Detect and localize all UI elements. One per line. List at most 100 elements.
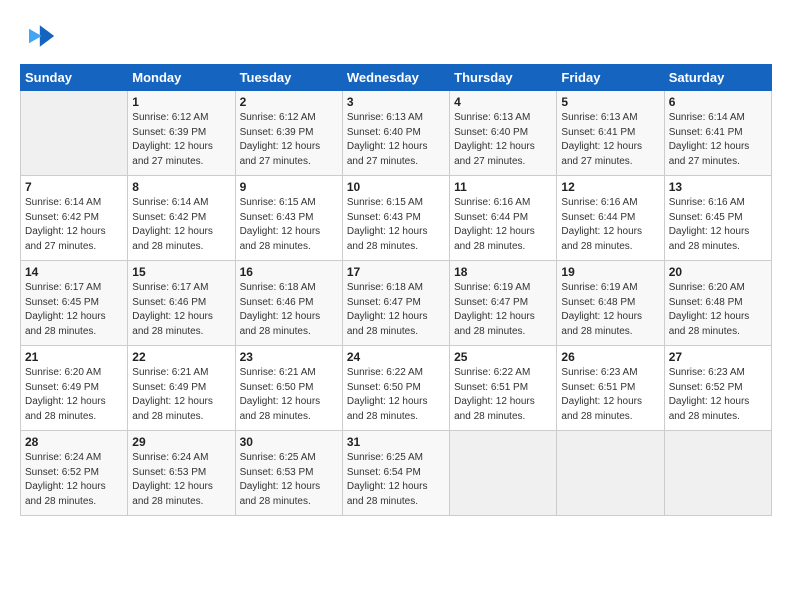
calendar-table: SundayMondayTuesdayWednesdayThursdayFrid… <box>20 64 772 516</box>
day-detail: Sunrise: 6:23 AM Sunset: 6:52 PM Dayligh… <box>669 366 767 424</box>
day-of-week-header: Tuesday <box>235 65 342 91</box>
day-detail: Sunrise: 6:12 AM Sunset: 6:39 PM Dayligh… <box>132 111 230 169</box>
day-of-week-header: Friday <box>557 65 664 91</box>
day-number: 2 <box>240 95 338 109</box>
day-number: 3 <box>347 95 445 109</box>
logo <box>20 18 60 54</box>
day-number: 23 <box>240 350 338 364</box>
day-number: 1 <box>132 95 230 109</box>
calendar-cell: 16Sunrise: 6:18 AM Sunset: 6:46 PM Dayli… <box>235 261 342 346</box>
day-of-week-header: Wednesday <box>342 65 449 91</box>
calendar-week-row: 28Sunrise: 6:24 AM Sunset: 6:52 PM Dayli… <box>21 431 772 516</box>
calendar-cell: 18 Sunrise: 6:19 AM Sunset: 6:47 PM Dayli… <box>450 261 557 346</box>
calendar-cell: 30 Sunrise: 6:25 AM Sunset: 6:53 PM Dayli… <box>235 431 342 516</box>
header <box>20 18 772 54</box>
calendar-cell: 8 Sunrise: 6:14 AM Sunset: 6:42 PM Daylig… <box>128 176 235 261</box>
day-detail: Sunrise: 6:17 AM Sunset: 6:46 PM Dayligh… <box>132 281 230 339</box>
day-detail: Sunrise: 6:19 AM Sunset: 6:47 PM Dayligh… <box>454 281 552 339</box>
day-detail: Sunrise: 6:22 AM Sunset: 6:51 PM Dayligh… <box>454 366 552 424</box>
calendar-cell: 1 Sunrise: 6:12 AM Sunset: 6:39 PM Daylig… <box>128 91 235 176</box>
day-number: 11 <box>454 180 552 194</box>
day-number: 18 <box>454 265 552 279</box>
day-number: 19 <box>561 265 659 279</box>
calendar-cell: 10 Sunrise: 6:15 AM Sunset: 6:43 PM Dayli… <box>342 176 449 261</box>
calendar-cell <box>450 431 557 516</box>
day-number: 15 <box>132 265 230 279</box>
calendar-cell <box>21 91 128 176</box>
day-detail: Sunrise: 6:14 AM Sunset: 6:42 PM Dayligh… <box>25 196 123 254</box>
calendar-cell: 20Sunrise: 6:20 AM Sunset: 6:48 PM Dayli… <box>664 261 771 346</box>
day-detail: Sunrise: 6:16 AM Sunset: 6:44 PM Dayligh… <box>454 196 552 254</box>
day-detail: Sunrise: 6:16 AM Sunset: 6:44 PM Dayligh… <box>561 196 659 254</box>
calendar-cell: 14 Sunrise: 6:17 AM Sunset: 6:45 PM Dayli… <box>21 261 128 346</box>
calendar-cell: 2 Sunrise: 6:12 AM Sunset: 6:39 PM Daylig… <box>235 91 342 176</box>
calendar-cell: 11 Sunrise: 6:16 AM Sunset: 6:44 PM Dayli… <box>450 176 557 261</box>
day-detail: Sunrise: 6:13 AM Sunset: 6:41 PM Dayligh… <box>561 111 659 169</box>
logo-icon <box>20 18 56 54</box>
calendar-header-row: SundayMondayTuesdayWednesdayThursdayFrid… <box>21 65 772 91</box>
day-detail: Sunrise: 6:17 AM Sunset: 6:45 PM Dayligh… <box>25 281 123 339</box>
day-of-week-header: Thursday <box>450 65 557 91</box>
day-number: 14 <box>25 265 123 279</box>
calendar-cell: 12Sunrise: 6:16 AM Sunset: 6:44 PM Dayli… <box>557 176 664 261</box>
calendar-cell: 7 Sunrise: 6:14 AM Sunset: 6:42 PM Daylig… <box>21 176 128 261</box>
day-number: 17 <box>347 265 445 279</box>
day-number: 10 <box>347 180 445 194</box>
calendar-cell <box>557 431 664 516</box>
calendar-cell: 19 Sunrise: 6:19 AM Sunset: 6:48 PM Dayli… <box>557 261 664 346</box>
calendar-week-row: 14 Sunrise: 6:17 AM Sunset: 6:45 PM Dayli… <box>21 261 772 346</box>
calendar-cell: 29Sunrise: 6:24 AM Sunset: 6:53 PM Dayli… <box>128 431 235 516</box>
day-of-week-header: Sunday <box>21 65 128 91</box>
day-number: 4 <box>454 95 552 109</box>
day-number: 20 <box>669 265 767 279</box>
day-detail: Sunrise: 6:22 AM Sunset: 6:50 PM Dayligh… <box>347 366 445 424</box>
calendar-cell: 5 Sunrise: 6:13 AM Sunset: 6:41 PM Daylig… <box>557 91 664 176</box>
day-number: 6 <box>669 95 767 109</box>
day-number: 30 <box>240 435 338 449</box>
day-number: 13 <box>669 180 767 194</box>
day-detail: Sunrise: 6:13 AM Sunset: 6:40 PM Dayligh… <box>454 111 552 169</box>
day-number: 5 <box>561 95 659 109</box>
day-detail: Sunrise: 6:19 AM Sunset: 6:48 PM Dayligh… <box>561 281 659 339</box>
day-detail: Sunrise: 6:16 AM Sunset: 6:45 PM Dayligh… <box>669 196 767 254</box>
day-number: 27 <box>669 350 767 364</box>
calendar-cell: 4 Sunrise: 6:13 AM Sunset: 6:40 PM Daylig… <box>450 91 557 176</box>
day-detail: Sunrise: 6:24 AM Sunset: 6:52 PM Dayligh… <box>25 451 123 509</box>
day-detail: Sunrise: 6:21 AM Sunset: 6:50 PM Dayligh… <box>240 366 338 424</box>
calendar-cell: 22 Sunrise: 6:21 AM Sunset: 6:49 PM Dayli… <box>128 346 235 431</box>
day-number: 8 <box>132 180 230 194</box>
day-detail: Sunrise: 6:25 AM Sunset: 6:54 PM Dayligh… <box>347 451 445 509</box>
calendar-cell: 6 Sunrise: 6:14 AM Sunset: 6:41 PM Daylig… <box>664 91 771 176</box>
calendar-cell <box>664 431 771 516</box>
day-number: 7 <box>25 180 123 194</box>
day-of-week-header: Saturday <box>664 65 771 91</box>
day-detail: Sunrise: 6:15 AM Sunset: 6:43 PM Dayligh… <box>240 196 338 254</box>
calendar-week-row: 21 Sunrise: 6:20 AM Sunset: 6:49 PM Dayli… <box>21 346 772 431</box>
calendar-cell: 25 Sunrise: 6:22 AM Sunset: 6:51 PM Dayli… <box>450 346 557 431</box>
calendar-cell: 13 Sunrise: 6:16 AM Sunset: 6:45 PM Dayli… <box>664 176 771 261</box>
day-detail: Sunrise: 6:15 AM Sunset: 6:43 PM Dayligh… <box>347 196 445 254</box>
calendar-cell: 15 Sunrise: 6:17 AM Sunset: 6:46 PM Dayli… <box>128 261 235 346</box>
day-detail: Sunrise: 6:14 AM Sunset: 6:41 PM Dayligh… <box>669 111 767 169</box>
day-detail: Sunrise: 6:20 AM Sunset: 6:49 PM Dayligh… <box>25 366 123 424</box>
day-number: 22 <box>132 350 230 364</box>
day-number: 24 <box>347 350 445 364</box>
day-number: 26 <box>561 350 659 364</box>
day-number: 21 <box>25 350 123 364</box>
calendar-cell: 26Sunrise: 6:23 AM Sunset: 6:51 PM Dayli… <box>557 346 664 431</box>
calendar-cell: 17Sunrise: 6:18 AM Sunset: 6:47 PM Dayli… <box>342 261 449 346</box>
day-detail: Sunrise: 6:12 AM Sunset: 6:39 PM Dayligh… <box>240 111 338 169</box>
day-detail: Sunrise: 6:14 AM Sunset: 6:42 PM Dayligh… <box>132 196 230 254</box>
calendar-cell: 21 Sunrise: 6:20 AM Sunset: 6:49 PM Dayli… <box>21 346 128 431</box>
day-of-week-header: Monday <box>128 65 235 91</box>
page: SundayMondayTuesdayWednesdayThursdayFrid… <box>0 0 792 612</box>
calendar-cell: 3Sunrise: 6:13 AM Sunset: 6:40 PM Daylig… <box>342 91 449 176</box>
calendar-cell: 28Sunrise: 6:24 AM Sunset: 6:52 PM Dayli… <box>21 431 128 516</box>
day-detail: Sunrise: 6:21 AM Sunset: 6:49 PM Dayligh… <box>132 366 230 424</box>
day-number: 25 <box>454 350 552 364</box>
calendar-cell: 27 Sunrise: 6:23 AM Sunset: 6:52 PM Dayli… <box>664 346 771 431</box>
calendar-week-row: 7 Sunrise: 6:14 AM Sunset: 6:42 PM Daylig… <box>21 176 772 261</box>
day-number: 16 <box>240 265 338 279</box>
day-number: 31 <box>347 435 445 449</box>
day-detail: Sunrise: 6:25 AM Sunset: 6:53 PM Dayligh… <box>240 451 338 509</box>
